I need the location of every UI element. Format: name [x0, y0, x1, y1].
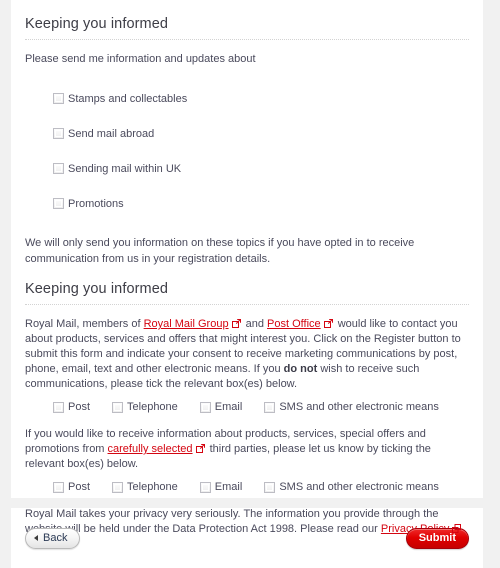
checkbox-row-consent-sms[interactable]: SMS and other electronic means — [264, 401, 439, 413]
main-content-panel: Keeping you informed Please send me info… — [11, 0, 483, 535]
section-2-divider — [25, 304, 469, 305]
checkbox-label-third-party-email: Email — [214, 481, 243, 493]
checkbox-row-third-party-post[interactable]: Post — [53, 481, 90, 493]
arrow-left-icon — [34, 535, 38, 541]
section-1-divider — [25, 39, 469, 40]
external-link-icon — [323, 319, 333, 328]
section-1-intro: Please send me information and updates a… — [25, 53, 256, 65]
checkbox-row-send-mail-abroad[interactable]: Send mail abroad — [25, 116, 469, 151]
consent-checkbox-group: Post Telephone Email SMS and other elect… — [25, 401, 469, 413]
checkbox-consent-post[interactable] — [53, 401, 64, 413]
third-party-checkbox-group: Post Telephone Email SMS and other elect… — [25, 481, 469, 493]
checkbox-label-consent-post: Post — [68, 401, 91, 413]
checkbox-label-stamps: Stamps and collectables — [68, 92, 188, 105]
checkbox-consent-telephone[interactable] — [112, 401, 124, 413]
section-2-title: Keeping you informed — [25, 281, 169, 297]
checkbox-row-third-party-telephone[interactable]: Telephone — [112, 481, 178, 493]
link-carefully-selected[interactable]: carefully selected — [108, 443, 193, 455]
checkbox-stamps-and-collectables[interactable] — [53, 93, 64, 104]
section-1-title: Keeping you informed — [25, 16, 169, 32]
back-button-label: Back — [43, 532, 68, 544]
checkbox-third-party-post[interactable] — [53, 481, 64, 493]
link-post-office[interactable]: Post Office — [267, 318, 321, 330]
section-1-note: We will only send you information on the… — [25, 237, 415, 265]
checkbox-row-third-party-sms[interactable]: SMS and other electronic means — [264, 481, 439, 493]
external-link-icon — [231, 319, 241, 328]
checkbox-label-consent-telephone: Telephone — [127, 401, 178, 413]
checkbox-label-consent-email: Email — [214, 401, 243, 413]
section-2-paragraph: Royal Mail, members of Royal Mail Group … — [25, 317, 469, 392]
checkbox-send-mail-abroad[interactable] — [53, 128, 64, 139]
external-link-icon — [195, 444, 205, 453]
topic-checkbox-list: Stamps and collectables Send mail abroad… — [25, 81, 469, 221]
link-royal-mail-group[interactable]: Royal Mail Group — [144, 318, 229, 330]
checkbox-label-consent-sms: SMS and other electronic means — [279, 401, 439, 413]
checkbox-sending-mail-within-uk[interactable] — [53, 163, 64, 174]
privacy-paragraph: Royal Mail takes your privacy very serio… — [25, 507, 469, 537]
checkbox-row-consent-telephone[interactable]: Telephone — [112, 401, 178, 413]
page-root: Keeping you informed Please send me info… — [0, 0, 500, 568]
paragraph-part-1: Royal Mail, members of — [25, 318, 144, 330]
checkbox-third-party-sms[interactable] — [264, 481, 276, 493]
checkbox-row-consent-post[interactable]: Post — [53, 401, 90, 413]
checkbox-row-sending-mail-within-uk[interactable]: Sending mail within UK — [25, 151, 469, 186]
paragraph-emphasis-do-not: do not — [283, 363, 318, 375]
checkbox-label-sending-mail-within-uk: Sending mail within UK — [68, 162, 182, 175]
checkbox-label-third-party-post: Post — [68, 481, 91, 493]
checkbox-third-party-email[interactable] — [199, 481, 211, 493]
checkbox-row-promotions[interactable]: Promotions — [25, 186, 469, 221]
checkbox-promotions[interactable] — [53, 198, 64, 209]
checkbox-consent-sms[interactable] — [264, 401, 276, 413]
paragraph-part-2: and — [242, 318, 268, 330]
third-party-paragraph: If you would like to receive information… — [25, 427, 469, 472]
checkbox-row-consent-email[interactable]: Email — [199, 401, 243, 413]
checkbox-label-third-party-telephone: Telephone — [127, 481, 178, 493]
checkbox-label-third-party-sms: SMS and other electronic means — [279, 481, 439, 493]
privacy-part-1: Royal Mail takes your privacy very serio… — [25, 508, 439, 535]
checkbox-third-party-telephone[interactable] — [112, 481, 124, 493]
checkbox-consent-email[interactable] — [199, 401, 211, 413]
checkbox-label-send-mail-abroad: Send mail abroad — [68, 127, 155, 140]
spacer-after-topics — [25, 221, 469, 235]
checkbox-row-third-party-email[interactable]: Email — [199, 481, 243, 493]
checkbox-row-stamps[interactable]: Stamps and collectables — [25, 81, 469, 116]
external-link-icon — [452, 524, 462, 533]
back-button[interactable]: Back — [25, 527, 81, 549]
checkbox-label-promotions: Promotions — [68, 197, 124, 210]
